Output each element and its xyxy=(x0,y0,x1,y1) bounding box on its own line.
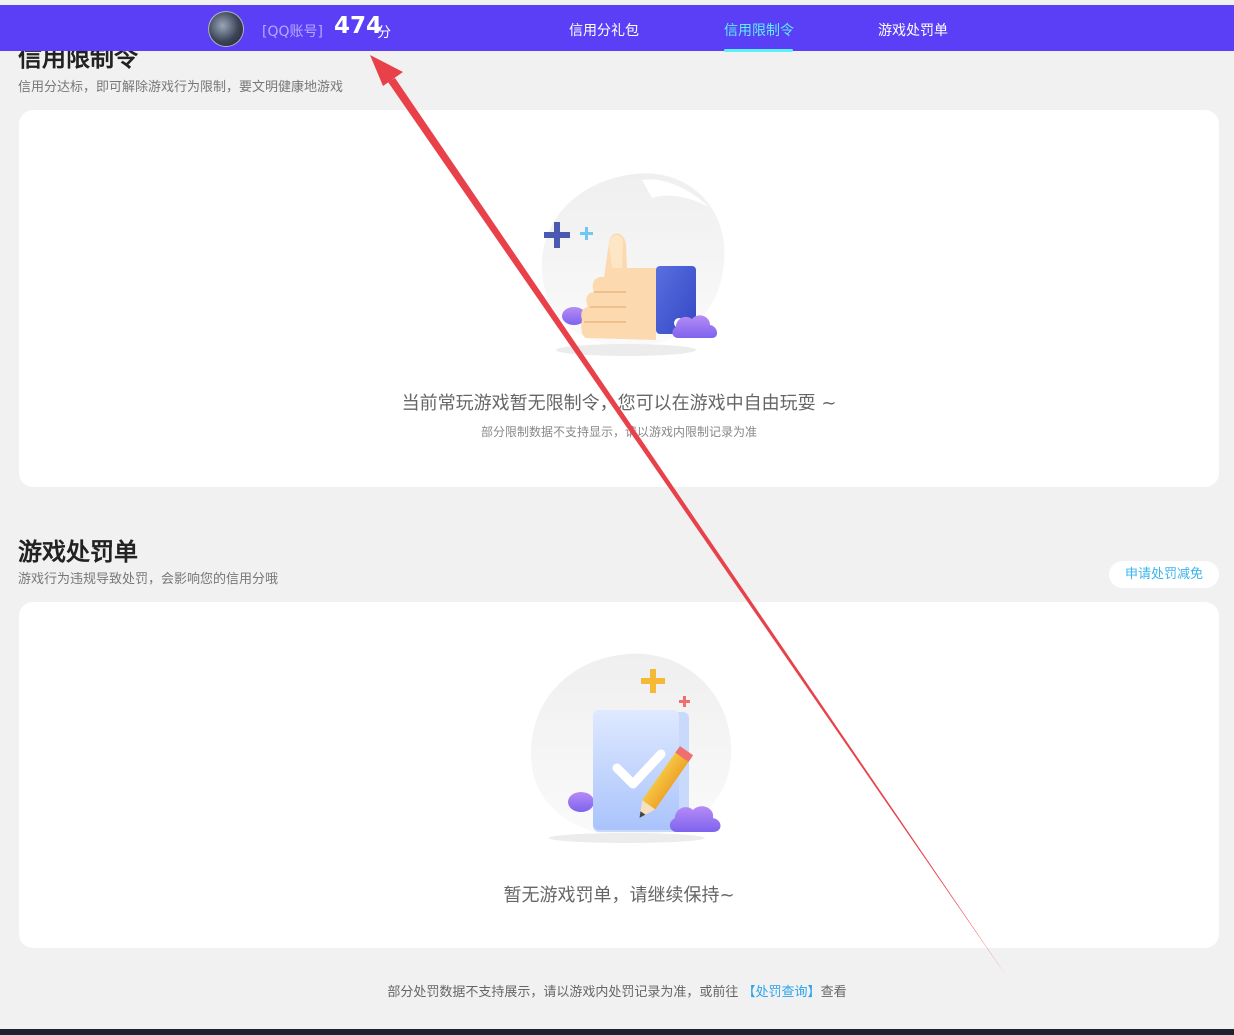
penalty-footer-note: 部分处罚数据不支持展示，请以游戏内处罚记录为准，或前往 【处罚查询】查看 xyxy=(0,981,1234,1000)
restriction-empty-message: 当前常玩游戏暂无限制令，您可以在游戏中自由玩耍 ~ xyxy=(401,393,837,414)
tab-game-penalty[interactable]: 游戏处罚单 xyxy=(878,20,948,40)
footer-text-before: 部分处罚数据不支持展示，请以游戏内处罚记录为准，或前往 xyxy=(387,985,743,1000)
credit-score-value: 474 xyxy=(334,13,383,39)
credit-score-unit: 分 xyxy=(377,25,391,41)
penalty-section-subtitle: 游戏行为违规导致处罚，会影响您的信用分哦 xyxy=(18,572,279,587)
penalty-section-title: 游戏处罚单 xyxy=(18,538,138,566)
restriction-card: 当前常玩游戏暂无限制令，您可以在游戏中自由玩耍 ~ 部分限制数据不支持显示，请以… xyxy=(19,110,1219,487)
tab-credit-gift[interactable]: 信用分礼包 xyxy=(569,20,639,40)
footer-text-after: 查看 xyxy=(820,985,847,1000)
active-tab-indicator xyxy=(724,49,793,52)
penalty-query-link[interactable]: 【处罚查询】 xyxy=(743,985,821,1000)
bottom-strip xyxy=(0,1029,1234,1035)
restriction-empty-note: 部分限制数据不支持显示，请以游戏内限制记录为准 xyxy=(480,425,757,439)
user-avatar[interactable] xyxy=(208,11,244,47)
penalty-empty-message: 暂无游戏罚单，请继续保持~ xyxy=(503,885,735,906)
restriction-section-subtitle: 信用分达标，即可解除游戏行为限制，要文明健康地游戏 xyxy=(18,80,344,95)
top-navbar: [QQ账号] 474 分 信用分礼包 信用限制令 游戏处罚单 xyxy=(0,5,1234,52)
clipboard-check-illustration-icon xyxy=(530,653,732,843)
penalty-card: 暂无游戏罚单，请继续保持~ xyxy=(19,602,1219,948)
apply-penalty-reduction-button[interactable]: 申请处罚减免 xyxy=(1109,561,1219,588)
tab-credit-restriction[interactable]: 信用限制令 xyxy=(724,20,794,40)
account-type-label: [QQ账号] xyxy=(262,24,323,40)
thumbs-up-illustration-icon xyxy=(541,173,725,356)
